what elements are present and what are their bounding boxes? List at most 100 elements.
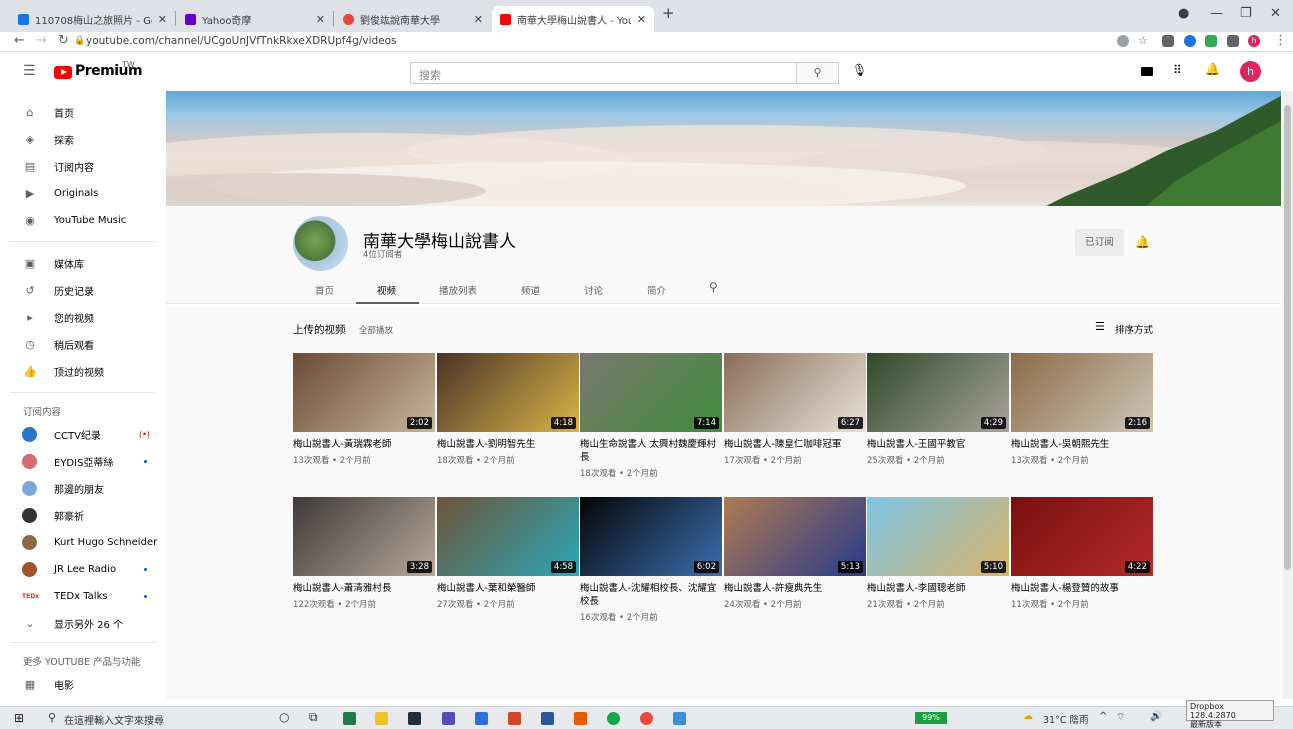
video-card[interactable]: 5:10 梅山說書人-李國聰老師 21次观看 • 2个月前: [867, 497, 1009, 610]
video-card[interactable]: 4:58 梅山說書人-葉和榮醫師 27次观看 • 2个月前: [437, 497, 579, 610]
video-title[interactable]: 梅山說書人-陳皇仁咖啡冠軍: [724, 438, 866, 451]
user-avatar[interactable]: h: [1240, 61, 1261, 82]
video-thumbnail[interactable]: 5:13: [724, 497, 866, 576]
video-title[interactable]: 梅山說書人-沈耀相校長、沈耀宜校長: [580, 582, 722, 608]
video-title[interactable]: 梅山生命說書人 太興村魏慶輝村長: [580, 438, 722, 464]
search-button[interactable]: ⚲: [797, 62, 839, 84]
close-tab-icon[interactable]: ✕: [637, 13, 646, 26]
show-more-subscriptions[interactable]: ⌄ 显示另外 26 个: [0, 610, 166, 636]
forward-icon[interactable]: →: [36, 33, 47, 48]
sidebar-item-your-videos[interactable]: ▸ 您的视频: [0, 304, 166, 330]
notification-bell-icon[interactable]: 🔔: [1135, 235, 1150, 249]
video-thumbnail[interactable]: 4:22: [1011, 497, 1153, 576]
search-input[interactable]: 搜索: [410, 62, 797, 84]
microphone-icon[interactable]: 🎙: [852, 63, 867, 77]
video-thumbnail[interactable]: 4:18: [437, 353, 579, 432]
drive-extension-icon[interactable]: [1205, 35, 1217, 47]
video-title[interactable]: 梅山說書人-許瘦典先生: [724, 582, 866, 595]
play-all-link[interactable]: 全部播放: [359, 324, 393, 336]
extension-icon[interactable]: [1184, 35, 1196, 47]
subscribed-button[interactable]: 已订阅: [1075, 229, 1124, 256]
powerpoint-icon[interactable]: [508, 712, 521, 725]
video-thumbnail[interactable]: 7:14: [580, 353, 722, 432]
sidebar-item-history[interactable]: ↺ 历史记录: [0, 277, 166, 303]
browser-tab-nanhua[interactable]: 劉俊竑說南華大學 ✕: [335, 6, 491, 32]
close-tab-icon[interactable]: ✕: [474, 13, 483, 26]
tray-chevron-icon[interactable]: ^: [1099, 711, 1107, 722]
maximize-button[interactable]: ❐: [1240, 6, 1252, 21]
tab-discussion[interactable]: 讨论: [584, 283, 603, 297]
profile-dot-icon[interactable]: ●: [1178, 6, 1189, 21]
video-card[interactable]: 6:27 梅山說書人-陳皇仁咖啡冠軍 17次观看 • 2个月前: [724, 353, 866, 466]
sidebar-subscription[interactable]: Kurt Hugo Schneider: [0, 529, 166, 555]
file-explorer-icon[interactable]: [375, 712, 388, 725]
video-card[interactable]: 3:28 梅山說書人-蕭清雅村長 122次观看 • 2个月前: [293, 497, 435, 610]
network-icon[interactable]: ⌔: [1116, 711, 1125, 724]
video-card[interactable]: 7:14 梅山生命說書人 太興村魏慶輝村長 18次观看 • 2个月前: [580, 353, 722, 479]
sidebar-item-originals[interactable]: ▶ Originals: [0, 180, 166, 206]
weather-text[interactable]: 31°C 陰雨: [1043, 712, 1089, 726]
video-card[interactable]: 2:16 梅山說書人-吳朝熙先生 13次观看 • 2个月前: [1011, 353, 1153, 466]
video-thumbnail[interactable]: 6:02: [580, 497, 722, 576]
close-tab-icon[interactable]: ✕: [316, 13, 325, 26]
sidebar-item-home[interactable]: ⌂ 首页: [0, 99, 166, 125]
youtube-logo-icon[interactable]: [54, 66, 72, 79]
video-card[interactable]: 4:18 梅山說書人-劉明智先生 18次观看 • 2个月前: [437, 353, 579, 466]
reload-icon[interactable]: ↻: [58, 33, 69, 48]
tab-playlists[interactable]: 播放列表: [439, 283, 477, 297]
video-title[interactable]: 梅山說書人-李國聰老師: [867, 582, 1009, 595]
channel-avatar[interactable]: [293, 216, 348, 271]
tab-videos[interactable]: 视频: [377, 283, 396, 297]
chrome-icon[interactable]: [640, 712, 653, 725]
tab-channels[interactable]: 频道: [521, 283, 540, 297]
video-thumbnail[interactable]: 6:27: [724, 353, 866, 432]
video-thumbnail[interactable]: 2:02: [293, 353, 435, 432]
apps-grid-icon[interactable]: ⠿: [1173, 63, 1182, 77]
video-thumbnail[interactable]: 3:28: [293, 497, 435, 576]
app-icon[interactable]: [475, 712, 488, 725]
video-thumbnail[interactable]: 4:58: [437, 497, 579, 576]
sidebar-subscription[interactable]: TEDx TEDx Talks: [0, 583, 166, 609]
volume-icon[interactable]: 🔊: [1150, 711, 1162, 722]
close-window-button[interactable]: ✕: [1270, 6, 1281, 21]
app-icon[interactable]: [442, 712, 455, 725]
profile-avatar[interactable]: h: [1248, 35, 1260, 47]
sidebar-subscription[interactable]: JR Lee Radio: [0, 556, 166, 582]
more-menu-icon[interactable]: ⋮: [1274, 33, 1287, 48]
browser-tab-yahoo[interactable]: Yahoo奇摩 ✕: [177, 6, 333, 32]
channel-search-icon[interactable]: ⚲: [709, 280, 718, 294]
tab-about[interactable]: 简介: [647, 283, 666, 297]
sidebar-subscription[interactable]: EYDIS亞蒂絲: [0, 448, 166, 474]
close-tab-icon[interactable]: ✕: [158, 13, 167, 26]
page-scrollbar[interactable]: [1282, 91, 1293, 699]
photos-icon[interactable]: [673, 712, 686, 725]
tab-home[interactable]: 首页: [315, 283, 334, 297]
video-card[interactable]: 5:13 梅山說書人-許瘦典先生 24次观看 • 2个月前: [724, 497, 866, 610]
word-icon[interactable]: [541, 712, 554, 725]
video-thumbnail[interactable]: 2:16: [1011, 353, 1153, 432]
scrollbar-thumb[interactable]: [1284, 105, 1291, 570]
back-icon[interactable]: ←: [14, 33, 25, 48]
new-tab-button[interactable]: +: [662, 4, 675, 22]
url-field[interactable]: youtube.com/channel/UCgoUnJVfTnkRkxeXDRU…: [86, 35, 397, 47]
video-title[interactable]: 梅山說書人-劉明智先生: [437, 438, 579, 451]
sidebar-item-subscriptions[interactable]: ▤ 订阅内容: [0, 153, 166, 179]
bookmark-star-icon[interactable]: ☆: [1138, 34, 1148, 47]
video-title[interactable]: 梅山說書人-黃瑞霖老師: [293, 438, 435, 451]
extension-icon[interactable]: [1162, 35, 1174, 47]
video-title[interactable]: 梅山說書人-王國平教官: [867, 438, 1009, 451]
taskbar-search-input[interactable]: 在這裡輸入文字來搜尋: [64, 712, 164, 727]
store-icon[interactable]: [408, 712, 421, 725]
video-title[interactable]: 梅山說書人-楊登贊的故事: [1011, 582, 1153, 595]
cortana-icon[interactable]: ○: [279, 710, 289, 724]
sidebar-item-liked-videos[interactable]: 👍 顶过的视频: [0, 358, 166, 384]
sidebar-item-library[interactable]: ▣ 媒体库: [0, 250, 166, 276]
task-view-icon[interactable]: ⧉: [309, 710, 318, 725]
excel-icon[interactable]: [343, 712, 356, 725]
browser-tab-youtube[interactable]: 南華大學梅山說書人 - YouTube ✕: [492, 6, 654, 32]
video-card[interactable]: 4:29 梅山說書人-王國平教官 25次观看 • 2个月前: [867, 353, 1009, 466]
video-title[interactable]: 梅山說書人-葉和榮醫師: [437, 582, 579, 595]
video-card[interactable]: 4:22 梅山說書人-楊登贊的故事 11次观看 • 2个月前: [1011, 497, 1153, 610]
notifications-bell-icon[interactable]: 🔔: [1205, 62, 1220, 76]
browser-tab-google-photos[interactable]: 110708梅山之旅照片 - Google ✕: [10, 6, 175, 32]
